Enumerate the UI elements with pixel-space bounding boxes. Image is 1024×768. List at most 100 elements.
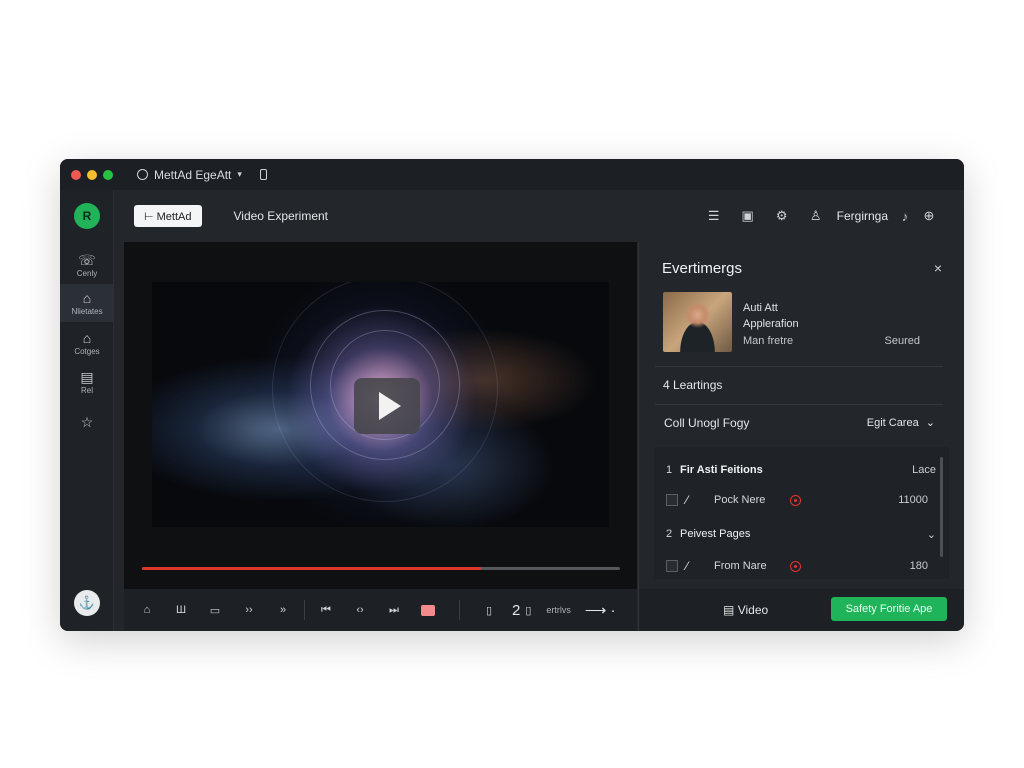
panel-title: Evertimergs	[662, 260, 743, 277]
skip-forward-icon[interactable]: ⏭	[377, 604, 411, 617]
item-checkbox[interactable]	[666, 560, 678, 572]
avatar[interactable]: ⚓	[74, 590, 100, 616]
item-name: Pock Nere	[714, 494, 766, 506]
phone-icon: ☏	[78, 251, 96, 268]
sidebar-item-cenly[interactable]: ☏ Cenly	[60, 246, 114, 284]
list-item[interactable]: ⁄ From Nare 180	[666, 556, 936, 576]
video-link[interactable]: ▤ Video	[723, 603, 768, 617]
record-icon[interactable]	[790, 560, 801, 572]
progress-fill	[142, 567, 482, 570]
chevron-down-icon: ▾	[237, 169, 242, 179]
primary-action-button[interactable]: Safety Foritie Ape	[831, 597, 947, 621]
video-link-label: Video	[737, 603, 769, 617]
video-icon: ▤	[723, 603, 735, 617]
home-icon: ⌂	[82, 329, 92, 346]
list-section-header[interactable]: 1 Fir Asti Feitions Lace	[666, 460, 936, 480]
chevron-down-icon[interactable]: ⌄	[927, 528, 936, 541]
record-icon[interactable]	[790, 494, 801, 506]
globe-icon[interactable]: ⊕	[914, 208, 944, 224]
list-section-header[interactable]: 2 Peivest Pages ⌄	[666, 524, 936, 544]
play-button[interactable]	[354, 378, 420, 434]
app-title: MettAd EgeAtt	[154, 167, 232, 182]
count-display: 2	[512, 601, 521, 619]
minimize-window-button[interactable]	[87, 169, 97, 180]
app-window: MettAd EgeAtt ▾ R ☏ Cenly ⌂ Nlietates ⌂ …	[60, 159, 964, 631]
video-frame[interactable]	[152, 282, 609, 527]
skip-back-icon[interactable]: ⏮	[309, 604, 343, 617]
app-logo[interactable]: R	[74, 203, 100, 229]
sidebar-item-rel[interactable]: ▤ Rel	[60, 363, 114, 401]
rewind-icon[interactable]: ‹›	[343, 604, 377, 616]
sidebar-item-favorites[interactable]: ☆	[60, 403, 114, 441]
scrollbar[interactable]	[940, 457, 943, 557]
close-window-button[interactable]	[71, 169, 81, 180]
profile-subtitle: Man fretre	[743, 335, 794, 347]
screen-icon[interactable]: ▭	[198, 604, 232, 617]
video-player[interactable]	[124, 242, 637, 589]
document-icon: ▤	[80, 368, 94, 385]
star-icon: ☆	[80, 414, 94, 430]
learnings-count: 4 Leartings	[663, 378, 723, 392]
library-icon[interactable]: Ш	[164, 604, 198, 616]
device-icon[interactable]	[259, 169, 267, 180]
filter-select[interactable]: Egit Carea ⌄	[867, 416, 935, 429]
section-number: 2	[666, 528, 673, 540]
sidebar-item-label: Nlietates	[71, 306, 103, 316]
edit-icon[interactable]: ⁄	[686, 559, 708, 573]
sidebar-item-nlietates[interactable]: ⌂ Nlietates	[60, 284, 114, 322]
speed-icon[interactable]: »	[266, 604, 300, 616]
profile-name: Auti Att Applerafion	[743, 300, 799, 332]
sidebar-item-cotges[interactable]: ⌂ Cotges	[60, 324, 114, 362]
header-actions: ☰ ▣ ⚙ ♙ Fergirnga ♪ ⊕	[697, 190, 944, 242]
list-item[interactable]: ⁄ Pock Nere 11000	[666, 490, 936, 510]
bell-icon[interactable]: ♪	[896, 209, 914, 224]
clock-icon	[137, 169, 148, 180]
status-badge: Seured	[884, 335, 920, 347]
chevron-down-icon: ⌄	[925, 417, 935, 429]
divider	[459, 600, 460, 620]
play-icon	[379, 392, 401, 420]
header: ⊢ MettAd Video Experiment ☰ ▣ ⚙ ♙ Fergir…	[115, 190, 964, 242]
next-arrow-icon[interactable]: ⟶ ·	[585, 601, 616, 619]
filter-value: Egit Carea	[866, 417, 919, 429]
details-panel: Evertimergs × Auti Att Applerafion Man f…	[638, 242, 964, 589]
settings-icon[interactable]: ⚙	[765, 208, 799, 224]
filter-label: Coll Unogl Fogy	[664, 416, 750, 430]
sidebar-item-label: Rel	[80, 385, 93, 395]
panel-footer: ▤ Video Safety Foritie Ape	[638, 589, 964, 631]
status-text: ertrlvs	[546, 605, 571, 615]
section-title: Fir Asti Feitions	[680, 464, 763, 476]
profile-photo	[663, 292, 732, 352]
item-value: 180	[909, 560, 928, 572]
maximize-window-button[interactable]	[103, 169, 113, 180]
divider	[655, 404, 943, 405]
title-bar: MettAd EgeAtt ▾	[60, 159, 964, 190]
home-icon[interactable]: ⌂	[130, 604, 164, 616]
divider	[304, 600, 305, 620]
profile-line1: Auti Att	[743, 302, 778, 314]
item-checkbox[interactable]	[666, 494, 678, 506]
list-icon[interactable]: ☰	[697, 208, 731, 224]
device-icon[interactable]: ▯	[472, 604, 506, 617]
brand-button[interactable]: ⊢ MettAd	[134, 205, 202, 227]
stop-button[interactable]	[421, 604, 435, 616]
user-name[interactable]: Fergirnga	[837, 209, 888, 223]
window-controls	[71, 169, 113, 180]
progress-bar[interactable]	[142, 567, 620, 570]
sidebar-item-label: Cenly	[76, 268, 98, 278]
item-name: From Nare	[714, 560, 767, 572]
user-icon[interactable]: ♙	[799, 208, 833, 224]
briefcase-icon: ⌂	[82, 289, 92, 306]
item-value: 11000	[898, 494, 928, 506]
close-icon[interactable]: ×	[934, 260, 942, 276]
edit-icon[interactable]: ⁄	[686, 493, 708, 507]
app-title-dropdown[interactable]: MettAd EgeAtt ▾	[137, 168, 267, 182]
learnings-list: 1 Fir Asti Feitions Lace ⁄ Pock Nere 110…	[654, 447, 949, 579]
battery-icon: ▯	[525, 604, 532, 617]
section-number: 1	[666, 464, 673, 476]
section-title: Peivest Pages	[680, 528, 751, 540]
forward-icon[interactable]: ››	[232, 604, 266, 616]
bookmark-icon[interactable]: ▣	[731, 208, 765, 224]
sidebar-item-label: Cotges	[74, 346, 100, 356]
player-controls: ⌂ Ш ▭ ›› » ⏮ ‹› ⏭ ▯ 2 ▯ ertrlvs ⟶ ·	[124, 589, 637, 631]
